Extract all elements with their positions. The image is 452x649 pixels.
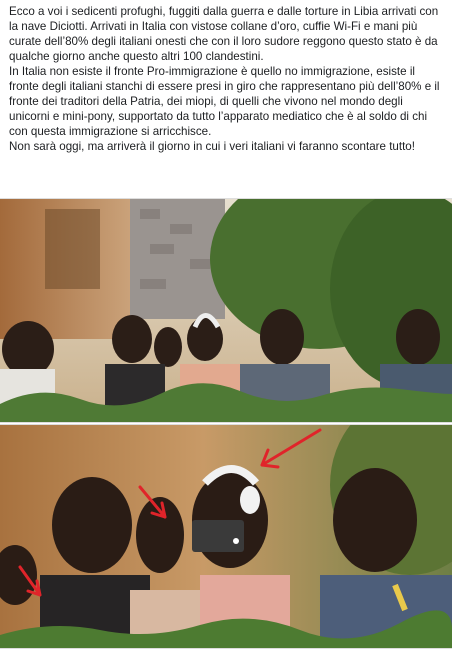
group-photo-icon (0, 199, 452, 422)
zoomed-photo-icon (0, 425, 452, 648)
post-paragraph-3: Non sarà oggi, ma arriverà il giorno in … (9, 140, 415, 153)
post-paragraph-2: In Italia non esiste il fronte Pro-immig… (9, 65, 440, 138)
post-text: Ecco a voi i sedicenti profughi, fuggiti… (9, 4, 445, 154)
photo-zoomed-bottom[interactable] (0, 424, 452, 649)
photo-group-top[interactable] (0, 198, 452, 423)
post-paragraph-1: Ecco a voi i sedicenti profughi, fuggiti… (9, 5, 439, 63)
